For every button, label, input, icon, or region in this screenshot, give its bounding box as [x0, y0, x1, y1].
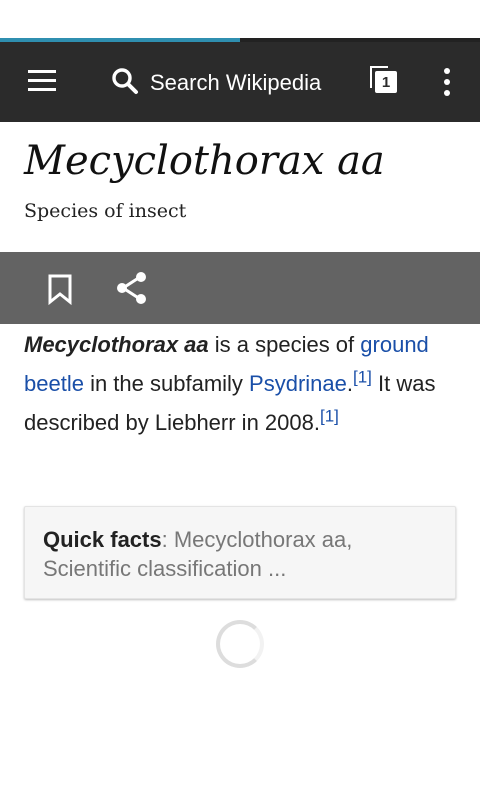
page-action-bar — [0, 252, 480, 324]
more-vertical-icon-dot — [444, 79, 450, 85]
quick-facts-label: Quick facts — [43, 527, 162, 552]
share-icon — [117, 272, 146, 304]
bookmark-icon — [48, 274, 72, 306]
search-icon — [112, 68, 138, 94]
lead-text: in the subfamily — [83, 371, 250, 396]
lead-text: is a species of — [208, 332, 361, 357]
more-vertical-icon-dot — [444, 90, 450, 96]
bookmark-button[interactable] — [40, 268, 80, 308]
search-placeholder: Search Wikipedia — [150, 70, 322, 95]
reference-link[interactable]: [1] — [353, 368, 372, 387]
quick-facts-text: Quick facts: Mecyclothorax aa, Scientifi… — [43, 525, 443, 583]
tabs-button[interactable]: 1 — [362, 62, 406, 106]
link-psydrinae[interactable]: Psydrinae — [249, 371, 347, 396]
search-bar[interactable]: Search Wikipedia — [104, 58, 354, 106]
menu-icon-bar — [28, 79, 56, 82]
page-description: Species of insect — [24, 200, 187, 222]
status-bar — [0, 0, 480, 38]
overflow-menu-button[interactable] — [430, 62, 464, 102]
article-lead-paragraph: Mecyclothorax aa is a species of ground … — [24, 325, 464, 442]
menu-button[interactable] — [18, 62, 66, 102]
reference-link[interactable]: [1] — [320, 407, 339, 426]
quick-facts-separator: : — [161, 527, 174, 552]
menu-icon-bar — [28, 88, 56, 91]
share-button[interactable] — [112, 268, 152, 308]
loading-spinner — [216, 620, 264, 668]
quick-facts-card[interactable]: Quick facts: Mecyclothorax aa, Scientifi… — [24, 506, 456, 599]
menu-icon — [28, 70, 56, 73]
page-title: Mecyclothorax aa — [24, 138, 385, 184]
more-vertical-icon — [444, 68, 450, 74]
article-subject-name: Mecyclothorax aa — [24, 332, 209, 357]
top-toolbar: Search Wikipedia 1 — [0, 42, 480, 122]
tab-count-badge: 1 — [375, 71, 397, 93]
